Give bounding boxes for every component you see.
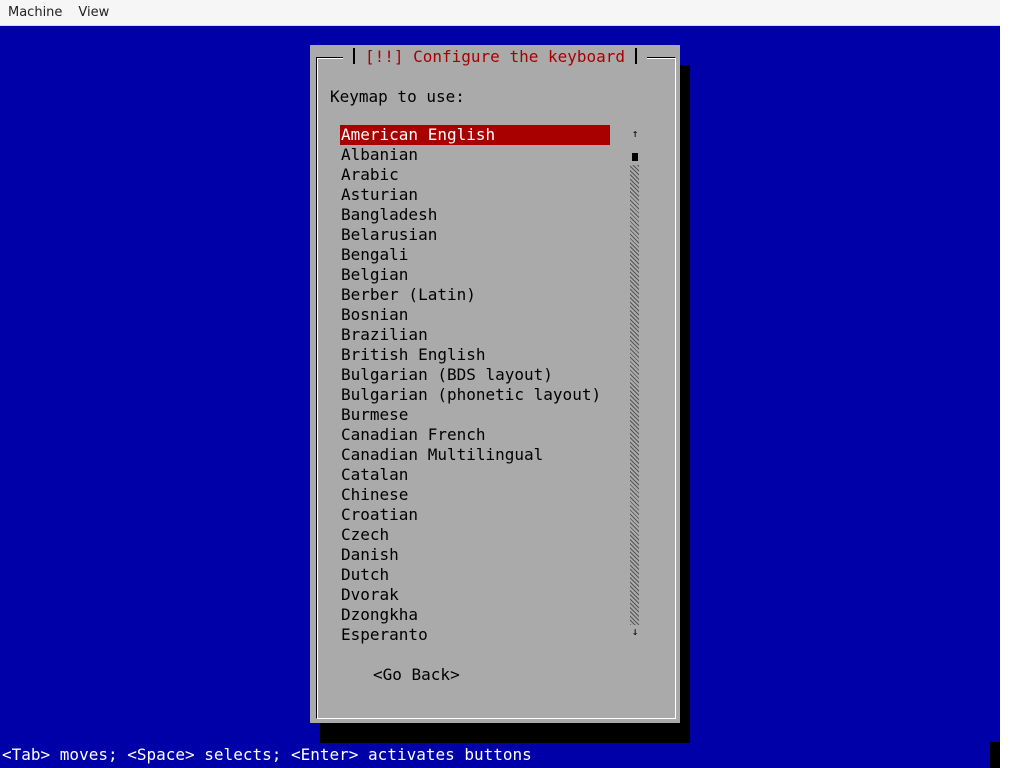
keymap-option[interactable]: Arabic — [340, 165, 612, 185]
keymap-option[interactable]: Brazilian — [340, 325, 612, 345]
console-corner — [990, 742, 1000, 768]
dialog-title-wrap: [!!] Configure the keyboard — [310, 45, 680, 67]
keymap-option[interactable]: Berber (Latin) — [340, 285, 612, 305]
menu-machine[interactable]: Machine — [0, 0, 70, 25]
keymap-option[interactable]: British English — [340, 345, 612, 365]
keymap-option[interactable]: Czech — [340, 525, 612, 545]
keymap-prompt: Keymap to use: — [330, 87, 465, 106]
keymap-option[interactable]: Albanian — [340, 145, 612, 165]
scroll-thumb[interactable] — [632, 153, 638, 161]
keymap-option[interactable]: Chinese — [340, 485, 612, 505]
title-bar-left — [352, 48, 355, 64]
keymap-option[interactable]: Bulgarian (phonetic layout) — [340, 385, 612, 405]
keymap-option[interactable]: Danish — [340, 545, 612, 565]
title-bar-right — [635, 48, 638, 64]
keyboard-config-dialog: [!!] Configure the keyboard Keymap to us… — [310, 45, 680, 723]
keymap-option[interactable]: Bangladesh — [340, 205, 612, 225]
keymap-option[interactable]: Bengali — [340, 245, 612, 265]
dialog-title: [!!] Configure the keyboard — [364, 46, 626, 66]
menu-view[interactable]: View — [70, 0, 117, 25]
keymap-option[interactable]: Croatian — [340, 505, 612, 525]
keymap-option[interactable]: Dutch — [340, 565, 612, 585]
keymap-option[interactable]: Canadian French — [340, 425, 612, 445]
go-back-button[interactable]: <Go Back> — [371, 665, 462, 684]
keymap-option[interactable]: Canadian Multilingual — [340, 445, 612, 465]
scroll-track[interactable] — [630, 165, 639, 625]
keymap-option[interactable]: Dzongkha — [340, 605, 612, 625]
keymap-option[interactable]: Belgian — [340, 265, 612, 285]
keymap-scrollbar[interactable]: ↑ ↓ — [628, 125, 642, 645]
keymap-option[interactable]: Esperanto — [340, 625, 612, 645]
keymap-option[interactable]: Catalan — [340, 465, 612, 485]
keymap-option[interactable]: Burmese — [340, 405, 612, 425]
keymap-option[interactable]: Bosnian — [340, 305, 612, 325]
keymap-list[interactable]: American English Albanian Arabic Asturian Ba… — [340, 125, 612, 645]
keymap-option[interactable]: Bulgarian (BDS layout) — [340, 365, 612, 385]
vm-menubar: Machine View — [0, 0, 1000, 26]
dialog-title-box: [!!] Configure the keyboard — [342, 46, 648, 66]
window-edge — [1000, 0, 1024, 768]
keymap-option[interactable]: American English — [340, 125, 610, 145]
keymap-option[interactable]: Asturian — [340, 185, 612, 205]
scroll-up-arrow-icon[interactable]: ↑ — [628, 127, 642, 141]
keymap-option[interactable]: Belarusian — [340, 225, 612, 245]
help-line: <Tab> moves; <Space> selects; <Enter> ac… — [2, 745, 532, 764]
keymap-option[interactable]: Dvorak — [340, 585, 612, 605]
scroll-down-arrow-icon[interactable]: ↓ — [628, 625, 642, 639]
